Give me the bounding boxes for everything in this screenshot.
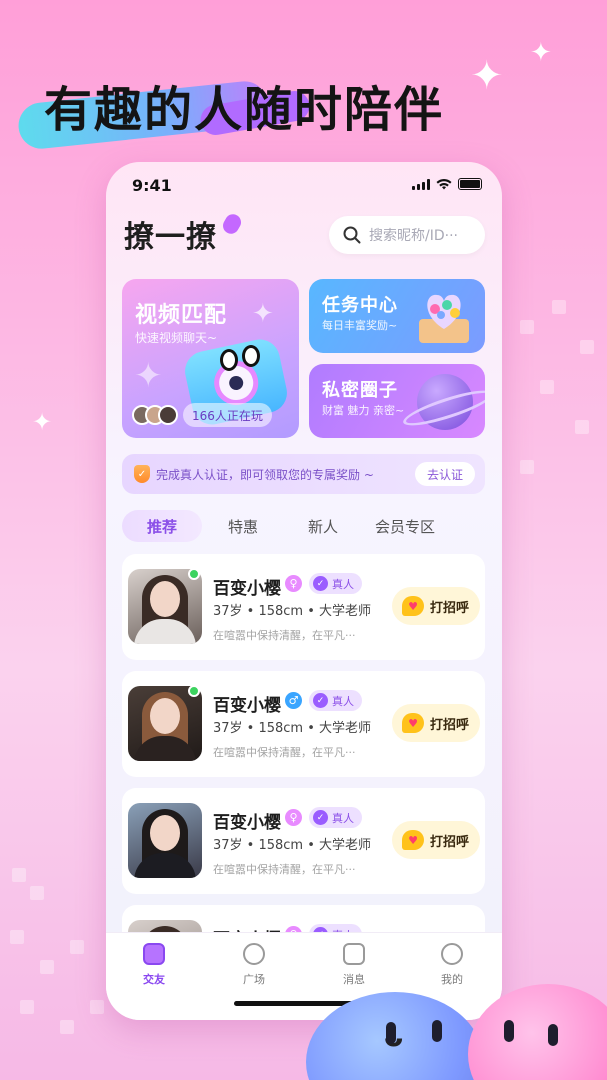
heart-chat-icon: ♥: [402, 830, 424, 850]
male-icon: ♂: [285, 692, 302, 709]
task-center-title: 任务中心: [322, 295, 398, 316]
greet-label: 打招呼: [430, 600, 470, 616]
private-circle-subtitle: 财富 魅力 亲密~: [322, 404, 405, 417]
status-time: 9:41: [132, 176, 172, 195]
verified-label: 真人: [332, 811, 354, 825]
category-tabs: 推荐 特惠 新人 会员专区: [122, 510, 485, 542]
plaza-icon: [243, 943, 265, 965]
user-bio: 在喧嚣中保持清醒，在平凡···: [213, 746, 356, 759]
sparkle-icon: ✦: [32, 408, 53, 436]
greet-label: 打招呼: [430, 834, 470, 850]
verified-check-icon: ✓: [313, 576, 328, 591]
female-icon: ♀: [285, 809, 302, 826]
tab-messages-label: 消息: [343, 973, 365, 986]
verify-banner[interactable]: ✓ 完成真人认证，即可领取您的专属奖励 ~ 去认证: [122, 454, 485, 494]
tab-vip-zone[interactable]: 会员专区: [370, 510, 440, 542]
phone-frame: 9:41 撩一撩 搜索昵称/ID··· 视频匹配 快速视频聊天~ ✦ ✦ 166…: [106, 162, 502, 1020]
sparkle-icon: ✦: [470, 53, 504, 99]
avatar[interactable]: [128, 686, 202, 761]
planet-icon: [417, 374, 473, 430]
promo-headline: 有趣的人随时陪伴: [44, 82, 445, 138]
verified-check-icon: ✓: [313, 693, 328, 708]
task-center-subtitle: 每日丰富奖励~: [322, 319, 398, 332]
list-item[interactable]: 百变小樱 ♀ ✓ 真人 37岁 • 158cm • 大学老师 在喧嚣中保持清醒，在…: [122, 554, 485, 660]
list-item[interactable]: 百变小樱 ♀ ✓ 真人 37岁 • 158cm • 大学老师 在喧嚣中保持清醒，在…: [122, 788, 485, 894]
verified-badge: ✓ 真人: [309, 573, 362, 594]
players-indicator: 166人正在玩: [132, 403, 272, 427]
logo-accent-icon: [220, 211, 244, 237]
player-avatar: [158, 405, 178, 425]
tab-friends-label: 交友: [143, 973, 165, 986]
tab-plaza[interactable]: 广场: [224, 943, 284, 987]
search-input[interactable]: 搜索昵称/ID···: [329, 216, 485, 254]
signal-icon: [412, 178, 430, 190]
online-indicator: [188, 568, 200, 580]
verified-badge: ✓ 真人: [309, 807, 362, 828]
verify-banner-text: 完成真人认证，即可领取您的专属奖励 ~: [156, 467, 374, 482]
user-bio: 在喧嚣中保持清醒，在平凡···: [213, 629, 356, 642]
shield-icon: ✓: [134, 465, 150, 483]
greet-button[interactable]: ♥ 打招呼: [392, 704, 480, 742]
message-icon: [343, 943, 365, 965]
tab-recommend[interactable]: 推荐: [122, 510, 202, 542]
battery-icon: [458, 178, 482, 190]
private-circle-card[interactable]: 私密圈子 财富 魅力 亲密~: [309, 364, 485, 438]
user-name: 百变小樱: [213, 696, 281, 716]
wifi-icon: [436, 179, 452, 190]
avatar[interactable]: [128, 569, 202, 644]
greet-label: 打招呼: [430, 717, 470, 733]
tab-profile[interactable]: 我的: [422, 943, 482, 987]
sparkle-icon: ✦: [134, 356, 163, 396]
search-placeholder: 搜索昵称/ID···: [369, 228, 458, 244]
online-indicator: [188, 685, 200, 697]
heart-chat-icon: ♥: [402, 596, 424, 616]
search-icon: [343, 226, 361, 244]
user-name: 百变小樱: [213, 813, 281, 833]
tab-messages[interactable]: 消息: [324, 943, 384, 987]
video-match-card[interactable]: 视频匹配 快速视频聊天~ ✦ ✦ 166人正在玩: [122, 279, 299, 438]
tab-plaza-label: 广场: [243, 973, 265, 986]
profile-icon: [441, 943, 463, 965]
greet-button[interactable]: ♥ 打招呼: [392, 821, 480, 859]
list-item[interactable]: 百变小樱 ♂ ✓ 真人 37岁 • 158cm • 大学老师 在喧嚣中保持清醒，在…: [122, 671, 485, 777]
sparkle-icon: ✦: [530, 38, 552, 68]
mascot-eye: [242, 345, 260, 367]
verified-check-icon: ✓: [313, 810, 328, 825]
verified-badge: ✓ 真人: [309, 690, 362, 711]
user-info: 37岁 • 158cm • 大学老师: [213, 604, 372, 619]
mascot-eye: [220, 349, 238, 371]
greet-button[interactable]: ♥ 打招呼: [392, 587, 480, 625]
verify-button[interactable]: 去认证: [414, 462, 475, 486]
private-circle-title: 私密圈子: [322, 380, 398, 401]
tab-friends[interactable]: 交友: [124, 943, 184, 987]
tab-special-offer[interactable]: 特惠: [218, 510, 268, 542]
tab-newcomer[interactable]: 新人: [298, 510, 348, 542]
avatar[interactable]: [128, 803, 202, 878]
verified-label: 真人: [332, 694, 354, 708]
playing-count: 166人正在玩: [183, 403, 272, 427]
friends-icon: [143, 943, 165, 965]
app-logo: 撩一撩: [124, 220, 217, 255]
task-center-card[interactable]: 任务中心 每日丰富奖励~: [309, 279, 485, 353]
female-icon: ♀: [285, 575, 302, 592]
verified-label: 真人: [332, 577, 354, 591]
heart-chat-icon: ♥: [402, 713, 424, 733]
user-name: 百变小樱: [213, 579, 281, 599]
status-bar: 9:41: [106, 162, 502, 208]
user-info: 37岁 • 158cm • 大学老师: [213, 838, 372, 853]
video-match-title: 视频匹配: [135, 303, 228, 328]
sparkle-icon: ✦: [252, 299, 274, 329]
user-info: 37岁 • 158cm • 大学老师: [213, 721, 372, 736]
user-bio: 在喧嚣中保持清醒，在平凡···: [213, 863, 356, 876]
tab-profile-label: 我的: [441, 973, 463, 986]
video-match-subtitle: 快速视频聊天~: [135, 331, 218, 345]
gift-heart-icon: [419, 294, 469, 343]
